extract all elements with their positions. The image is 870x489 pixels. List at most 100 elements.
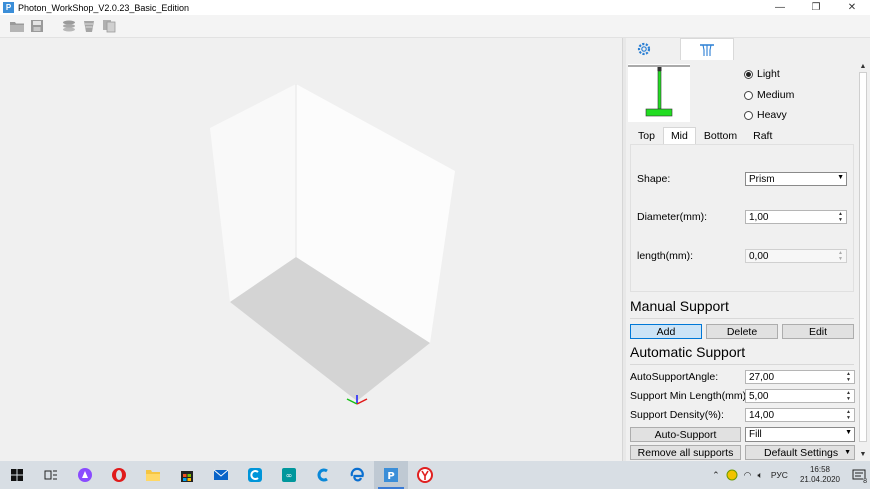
spin-arrows-icon[interactable]: ▲ ▼ (844, 371, 853, 383)
min-length-spinbox[interactable]: 5,00 ▲ ▼ (745, 389, 855, 403)
3d-viewport[interactable] (0, 38, 622, 461)
diameter-label: Diameter(mm): (637, 211, 707, 223)
support-panel: Light Medium Heavy Top Mid Bottom Raft S… (626, 38, 870, 461)
panel-tabs (626, 38, 858, 60)
delete-support-button[interactable]: Delete (706, 324, 778, 339)
radio-light-indicator[interactable] (744, 69, 753, 79)
radio-heavy[interactable]: Heavy (744, 109, 787, 121)
shape-select[interactable]: Prism ▼ (745, 172, 847, 186)
volume-icon[interactable]: 🔈︎ (758, 470, 763, 481)
tab-bottom[interactable]: Bottom (696, 127, 745, 145)
diameter-value: 1,00 (749, 211, 769, 223)
show-hidden-icons-icon[interactable]: ⌃ (712, 470, 720, 481)
spin-arrows-icon[interactable]: ▲ ▼ (844, 409, 853, 421)
radio-medium-indicator[interactable] (744, 90, 753, 100)
auto-support-button[interactable]: Auto-Support (630, 427, 741, 442)
cortana-c-icon[interactable] (306, 461, 340, 489)
windows-start-icon[interactable] (0, 461, 34, 489)
notification-count: 8 (863, 478, 867, 485)
support-preview-graphic (628, 65, 690, 117)
ccleaner-icon[interactable] (238, 461, 272, 489)
language-indicator[interactable]: РУС (771, 470, 788, 480)
svg-text:P: P (387, 471, 394, 482)
edge-icon[interactable] (340, 461, 374, 489)
radio-medium[interactable]: Medium (744, 89, 794, 101)
copy-icon[interactable] (100, 17, 118, 35)
mail-icon[interactable] (204, 461, 238, 489)
tab-settings[interactable] (626, 38, 662, 60)
photon-app-icon: P (3, 2, 14, 13)
radio-heavy-indicator[interactable] (744, 110, 753, 120)
tray-app-icon[interactable] (726, 469, 738, 481)
scroll-up-icon[interactable]: ▲ (858, 61, 868, 71)
panel-scrollbar[interactable]: ▲ ▼ (856, 60, 870, 461)
scroll-down-icon[interactable]: ▼ (858, 449, 868, 459)
density-spinbox[interactable]: 14,00 ▲ ▼ (745, 408, 855, 422)
support-icon (700, 43, 714, 56)
system-tray: ⌃ ◠ 🔈︎ РУС 16:58 21.04.2020 8 (712, 461, 870, 489)
build-volume-render (210, 84, 455, 401)
divider (630, 318, 854, 319)
tab-raft[interactable]: Raft (745, 127, 780, 145)
maximize-button[interactable]: ❐ (798, 0, 834, 15)
spin-arrows-icon[interactable]: ▲ ▼ (836, 211, 845, 223)
clock-time: 16:58 (809, 465, 830, 474)
notification-center-icon[interactable]: 8 (848, 461, 870, 489)
edit-support-button[interactable]: Edit (782, 324, 854, 339)
min-length-label: Support Min Length(mm): (630, 390, 750, 402)
length-label: length(mm): (637, 250, 694, 262)
add-support-button[interactable]: Add (630, 324, 702, 339)
alice-icon[interactable] (68, 461, 102, 489)
auto-angle-spinbox[interactable]: 27,00 ▲ ▼ (745, 370, 855, 384)
open-folder-icon[interactable] (8, 17, 26, 35)
default-settings-select[interactable]: Default Settings ▼ (745, 445, 855, 460)
remove-all-supports-button[interactable]: Remove all supports (630, 445, 741, 460)
minimize-button[interactable]: — (762, 0, 798, 15)
app-window: P Photon_WorkShop_V2.0.23_Basic_Edition … (0, 0, 870, 461)
shape-value: Prism (749, 173, 775, 185)
arduino-icon[interactable]: ∞ (272, 461, 306, 489)
tab-mid[interactable]: Mid (662, 127, 696, 145)
svg-text:∞: ∞ (286, 471, 293, 480)
clock[interactable]: 16:58 21.04.2020 (800, 465, 840, 485)
diameter-spinbox[interactable]: 1,00 ▲ ▼ (745, 210, 847, 224)
gear-icon (637, 42, 651, 56)
slice-icon[interactable] (80, 17, 98, 35)
shape-label: Shape: (637, 173, 671, 185)
chevron-down-icon: ▼ (837, 174, 844, 181)
save-icon[interactable] (28, 17, 46, 35)
chevron-down-icon: ▼ (845, 429, 852, 436)
radio-light-label: Light (757, 68, 780, 80)
tab-supports[interactable] (680, 38, 734, 60)
radio-light[interactable]: Light (744, 68, 780, 80)
layers-icon[interactable] (60, 17, 78, 35)
support-preview (628, 64, 690, 122)
axis-gizmo-icon (346, 395, 368, 405)
spin-arrows-icon[interactable]: ▲ ▼ (836, 250, 845, 262)
density-label: Support Density(%): (630, 409, 724, 421)
min-length-value: 5,00 (749, 390, 769, 402)
length-spinbox[interactable]: 0,00 ▲ ▼ (745, 249, 847, 263)
title-bar: P Photon_WorkShop_V2.0.23_Basic_Edition … (0, 0, 870, 15)
scroll-thumb[interactable] (859, 72, 867, 442)
opera-icon[interactable] (102, 461, 136, 489)
radio-heavy-label: Heavy (757, 109, 787, 121)
photon-icon[interactable]: P (374, 461, 408, 489)
taskbar: ∞ P ⌃ ◠ 🔈︎ РУС 16:58 21.04.2020 8 (0, 461, 870, 489)
spin-arrows-icon[interactable]: ▲ ▼ (844, 390, 853, 402)
automatic-support-title: Automatic Support (630, 344, 746, 360)
auto-angle-value: 27,00 (749, 371, 775, 383)
toolbar (0, 15, 870, 38)
close-button[interactable]: ✕ (834, 0, 870, 15)
fill-value: Fill (749, 429, 762, 440)
manual-support-title: Manual Support (630, 298, 729, 314)
fill-select[interactable]: Fill ▼ (745, 427, 855, 442)
file-explorer-icon[interactable] (136, 461, 170, 489)
wifi-icon[interactable]: ◠ (744, 470, 752, 481)
window-title: Photon_WorkShop_V2.0.23_Basic_Edition (18, 2, 189, 13)
task-view-icon[interactable] (34, 461, 68, 489)
store-icon[interactable] (170, 461, 204, 489)
yandex-icon[interactable] (408, 461, 442, 489)
auto-angle-label: AutoSupportAngle: (630, 371, 719, 383)
tab-top[interactable]: Top (630, 127, 663, 145)
